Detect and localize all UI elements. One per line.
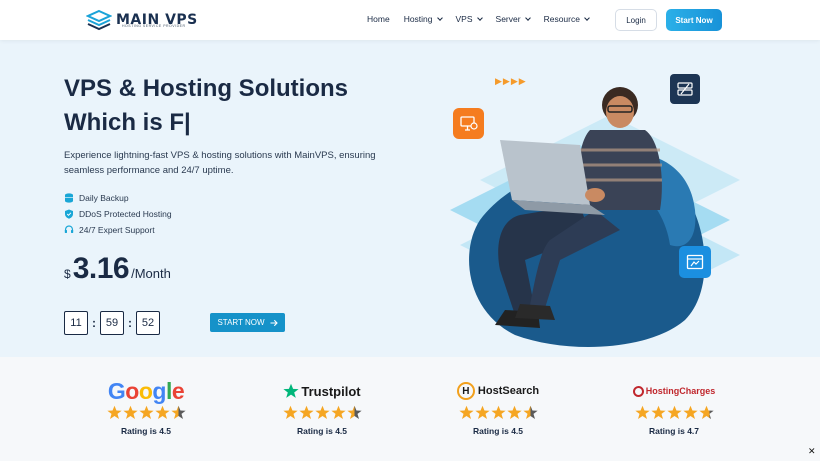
- floating-badge-dark: [670, 74, 700, 104]
- hostsearch-logo: H HostSearch: [456, 379, 540, 403]
- star-rating: [282, 405, 362, 420]
- star-icon: [298, 405, 314, 419]
- star-icon: [122, 405, 138, 419]
- star-rating: [634, 405, 714, 420]
- menu-hosting[interactable]: Hosting: [403, 14, 443, 24]
- timer-seconds: 52: [136, 311, 160, 335]
- chevron-down-icon: [524, 14, 531, 21]
- hostsearch-h-icon: H: [456, 382, 475, 400]
- star-icon: [490, 405, 506, 419]
- hostingcharges-brand: HostingCharges: [645, 386, 716, 396]
- menu-home-label: Home: [367, 14, 390, 24]
- login-button[interactable]: Login: [615, 9, 657, 31]
- timer-separator: :: [128, 316, 132, 330]
- star-icon: [314, 405, 330, 419]
- star-icon: [666, 405, 682, 419]
- feature-label: DDoS Protected Hosting: [79, 209, 172, 219]
- star-icon: [634, 405, 650, 419]
- feature-item: DDoS Protected Hosting: [64, 206, 172, 222]
- floating-badge-blue: [679, 246, 711, 278]
- star-icon: [474, 405, 490, 419]
- price-currency: $: [64, 267, 71, 281]
- feature-label: 24/7 Expert Support: [79, 225, 155, 235]
- star-icon: [170, 405, 186, 419]
- hero-title-line1: VPS & Hosting Solutions: [64, 75, 349, 102]
- google-logo: Google: [107, 377, 185, 404]
- rating-text: Rating is 4.5: [120, 426, 172, 436]
- start-now-button[interactable]: Start Now: [666, 9, 722, 31]
- star-icon: [106, 405, 122, 419]
- star-rating: [106, 405, 186, 420]
- star-icon: [458, 405, 474, 419]
- hero-description: Experience lightning-fast VPS & hosting …: [64, 150, 376, 176]
- star-icon: [522, 405, 538, 419]
- close-icon[interactable]: ✕: [808, 446, 816, 457]
- star-icon: [698, 405, 714, 419]
- trustpilot-star-icon: [283, 383, 299, 398]
- hostingcharges-circle-icon: [632, 385, 644, 397]
- menu-resource-label: Resource: [543, 14, 580, 24]
- menu-resource[interactable]: Resource: [543, 14, 590, 24]
- timer-minutes: 59: [100, 311, 124, 335]
- logo-icon: [86, 9, 112, 31]
- chevron-down-icon: [584, 14, 590, 21]
- feature-item: Daily Backup: [64, 190, 172, 206]
- rating-card-google: Google Rating is 4.5: [86, 377, 206, 436]
- timer-hours: 11: [64, 311, 88, 335]
- chevron-down-icon: [436, 14, 443, 21]
- hostsearch-brand: HostSearch: [477, 385, 540, 397]
- trustpilot-logo: Trustpilot: [283, 379, 361, 403]
- hostingcharges-logo: HostingCharges: [632, 379, 716, 403]
- trustpilot-brand: Trustpilot: [301, 383, 361, 399]
- price-display: $ 3.16 /Month: [64, 252, 171, 286]
- price-amount: 3.16: [72, 252, 130, 285]
- star-icon: [138, 405, 154, 419]
- menu-home[interactable]: Home: [367, 14, 390, 24]
- star-icon: [506, 405, 522, 419]
- main-menu: Home Hosting VPS Server Resource: [367, 14, 590, 24]
- menu-server[interactable]: Server: [495, 14, 531, 24]
- star-icon: [282, 405, 298, 419]
- rating-text: Rating is 4.5: [296, 426, 348, 436]
- star-icon: [682, 405, 698, 419]
- hero-start-now-button[interactable]: START NOW: [210, 313, 285, 332]
- price-period: /Month: [131, 266, 171, 281]
- arrow-right-icon: [270, 319, 278, 326]
- server-icon: [677, 82, 693, 96]
- rating-card-hostingcharges: HostingCharges Rating is 4.7: [614, 379, 734, 436]
- feature-list: Daily Backup DDoS Protected Hosting 24/7…: [64, 190, 172, 238]
- rating-text: Rating is 4.5: [472, 426, 524, 436]
- star-icon: [154, 405, 170, 419]
- chevron-down-icon: [476, 14, 483, 21]
- hero-title: VPS & Hosting Solutions Which is F|: [64, 72, 348, 140]
- star-icon: [330, 405, 346, 419]
- star-rating: [458, 405, 538, 420]
- timer-separator: :: [92, 316, 96, 330]
- menu-server-label: Server: [495, 14, 521, 24]
- rating-card-hostsearch: H HostSearch Rating is 4.5: [438, 379, 558, 436]
- rating-card-trustpilot: Trustpilot Rating is 4.5: [262, 379, 382, 436]
- star-icon: [346, 405, 362, 419]
- shield-icon: [64, 209, 74, 219]
- feature-label: Daily Backup: [79, 193, 129, 203]
- menu-vps[interactable]: VPS: [455, 14, 483, 24]
- database-icon: [64, 193, 74, 203]
- logo-tagline: HOSTING SERVICE PROVIDER: [122, 24, 186, 28]
- ratings-section: Google Rating is 4.5 Trustpilot Rating i…: [0, 357, 820, 461]
- menu-hosting-label: Hosting: [403, 14, 433, 24]
- star-icon: [650, 405, 666, 419]
- hero-title-line2: Which is F|: [64, 109, 191, 136]
- headset-icon: [64, 225, 74, 235]
- browser-window-icon: [686, 254, 704, 270]
- floating-badge-orange: [453, 108, 484, 139]
- top-navbar: MAIN VPS HOSTING SERVICE PROVIDER Home H…: [0, 0, 820, 40]
- feature-item: 24/7 Expert Support: [64, 222, 172, 238]
- countdown-timer: 11 : 59 : 52: [64, 311, 160, 335]
- rating-text: Rating is 4.7: [648, 426, 700, 436]
- cta-label: START NOW: [217, 318, 265, 327]
- menu-vps-label: VPS: [455, 14, 473, 24]
- monitor-settings-icon: [459, 115, 478, 131]
